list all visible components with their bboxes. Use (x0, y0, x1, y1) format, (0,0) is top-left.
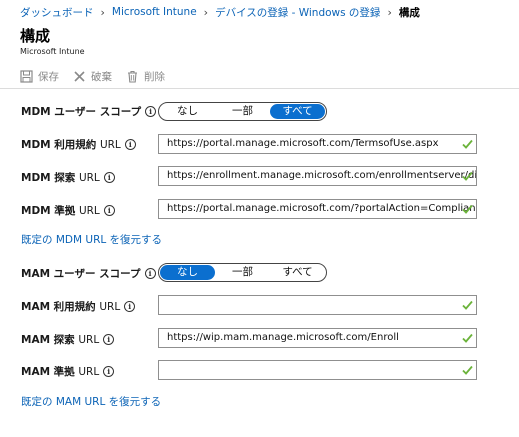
save-button[interactable]: 保存 (20, 69, 59, 84)
mdm-discovery-url-input[interactable]: https://enrollment.manage.microsoft.com/… (158, 166, 477, 186)
checkmark-icon (462, 171, 473, 181)
mdm-discovery-url-label: MDM 探索 URL i (21, 170, 115, 185)
info-icon[interactable]: i (124, 301, 136, 312)
checkmark-icon (462, 300, 473, 310)
toolbar: 保存 破棄 削除 (20, 69, 179, 84)
mam-discovery-url-label-suffix: URL (78, 333, 100, 346)
mdm-scope-option-all[interactable]: すべて (270, 104, 325, 119)
info-icon[interactable]: i (103, 205, 115, 216)
mdm-user-scope-toggle: なし 一部 すべて (158, 102, 327, 121)
mam-scope-option-some[interactable]: 一部 (215, 265, 270, 280)
info-icon[interactable]: i (103, 172, 115, 183)
mam-discovery-url-value: https://wip.mam.manage.microsoft.com/Enr… (167, 332, 399, 343)
mam-discovery-url-label: MAM 探索 URL i (21, 332, 115, 347)
info-icon[interactable]: i (145, 106, 157, 117)
mdm-compliance-url-label-suffix: URL (78, 204, 100, 217)
mdm-user-scope-text: MDM ユーザー スコープ (21, 106, 142, 118)
page-title: 構成 (20, 27, 51, 45)
save-icon (20, 70, 33, 83)
mdm-compliance-url-value: https://portal.manage.microsoft.com/?por… (167, 203, 477, 214)
checkmark-icon (462, 333, 473, 343)
mam-scope-option-all[interactable]: すべて (270, 265, 325, 280)
mam-compliance-url-input[interactable] (158, 360, 477, 380)
mdm-terms-url-label-text: MDM 利用規約 (21, 139, 97, 151)
mam-discovery-url-label-text: MAM 探索 (21, 334, 75, 346)
page-header: 構成 Microsoft Intune (20, 27, 85, 57)
restore-mdm-urls-link[interactable]: 既定の MDM URL を復元する (21, 232, 162, 247)
delete-button[interactable]: 削除 (126, 69, 165, 84)
breadcrumb-intune[interactable]: Microsoft Intune (112, 6, 197, 18)
mdm-user-scope-label: MDM ユーザー スコープ i (21, 104, 157, 119)
checkmark-icon (462, 204, 473, 214)
mdm-compliance-url-input[interactable]: https://portal.manage.microsoft.com/?por… (158, 199, 477, 219)
mdm-compliance-url-label: MDM 準拠 URL i (21, 203, 115, 218)
save-label: 保存 (38, 71, 59, 83)
info-icon[interactable]: i (103, 366, 115, 377)
info-icon[interactable]: i (103, 334, 115, 345)
info-icon[interactable]: i (144, 268, 156, 279)
discard-button[interactable]: 破棄 (73, 69, 112, 84)
breadcrumb-separator-icon: › (387, 5, 392, 19)
mam-terms-url-label-text: MAM 利用規約 (21, 301, 96, 313)
breadcrumb-separator-icon: › (203, 5, 209, 19)
mam-scope-option-none[interactable]: なし (160, 265, 215, 280)
mdm-discovery-url-value: https://enrollment.manage.microsoft.com/… (167, 170, 477, 181)
mdm-compliance-url-label-text: MDM 準拠 (21, 205, 76, 217)
page-subtitle: Microsoft Intune (20, 47, 85, 56)
mdm-terms-url-input[interactable]: https://portal.manage.microsoft.com/Term… (158, 134, 477, 154)
mam-terms-url-label: MAM 利用規約 URL i (21, 299, 136, 314)
mam-user-scope-toggle: なし 一部 すべて (158, 263, 327, 282)
mdm-terms-url-value: https://portal.manage.microsoft.com/Term… (167, 138, 439, 149)
mdm-terms-url-label: MDM 利用規約 URL i (21, 137, 136, 152)
mdm-terms-url-label-suffix: URL (99, 138, 121, 151)
mam-compliance-url-label: MAM 準拠 URL i (21, 364, 115, 379)
breadcrumb-dashboard[interactable]: ダッシュボード (20, 5, 94, 20)
info-icon[interactable]: i (124, 139, 136, 150)
close-icon (74, 71, 85, 82)
checkmark-icon (462, 139, 473, 149)
mdm-discovery-url-label-text: MDM 探索 (21, 172, 76, 184)
delete-label: 削除 (144, 71, 165, 83)
mdm-discovery-url-label-suffix: URL (78, 171, 100, 184)
mdm-scope-option-some[interactable]: 一部 (215, 104, 270, 119)
mam-user-scope-text: MAM ユーザー スコープ (21, 268, 141, 280)
breadcrumb-windows-enrollment[interactable]: デバイスの登録 - Windows の登録 (215, 5, 380, 20)
restore-mam-urls-link[interactable]: 既定の MAM URL を復元する (21, 394, 161, 409)
toolbar-divider (0, 88, 519, 89)
trash-icon (128, 70, 137, 83)
mdm-scope-option-none[interactable]: なし (160, 104, 215, 119)
mam-terms-url-label-suffix: URL (99, 300, 121, 313)
mam-user-scope-label: MAM ユーザー スコープ i (21, 266, 156, 281)
breadcrumb-separator-icon: › (100, 5, 105, 19)
mam-compliance-url-label-text: MAM 準拠 (21, 366, 75, 378)
checkmark-icon (462, 365, 473, 375)
mam-terms-url-input[interactable] (158, 295, 477, 315)
breadcrumb-current: 構成 (398, 6, 420, 19)
mam-discovery-url-input[interactable]: https://wip.mam.manage.microsoft.com/Enr… (158, 328, 477, 348)
discard-label: 破棄 (91, 71, 112, 83)
mam-compliance-url-label-suffix: URL (78, 365, 100, 378)
breadcrumb: ダッシュボード › Microsoft Intune › デバイスの登録 - W… (0, 0, 519, 24)
